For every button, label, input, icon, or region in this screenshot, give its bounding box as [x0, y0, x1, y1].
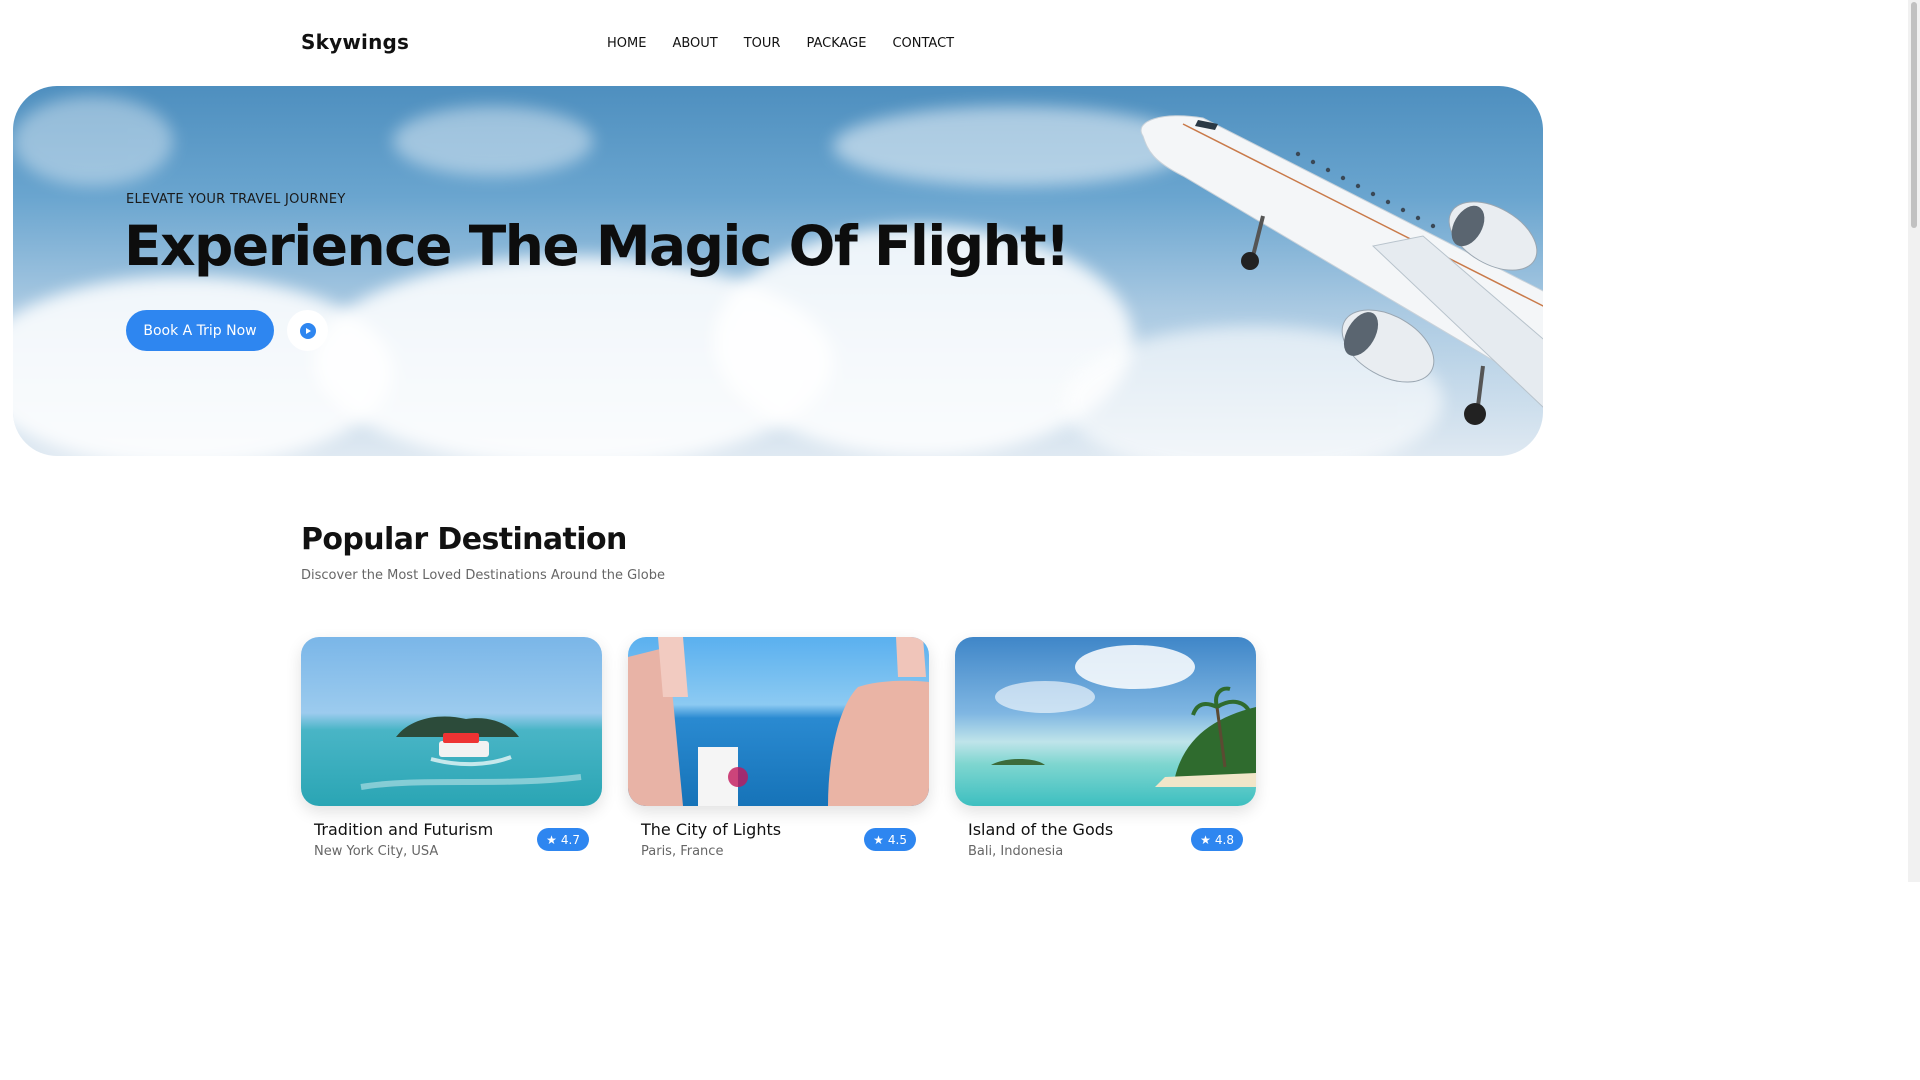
scrollbar-thumb[interactable] [1911, 2, 1917, 228]
rating-badge: ★ 4.8 [1191, 828, 1243, 851]
navbar: Skywings HOME ABOUT TOUR PACKAGE CONTACT [0, 0, 1556, 86]
section-title: Popular Destination [301, 522, 627, 557]
play-video-button[interactable] [287, 310, 328, 351]
card-title: Island of the Gods [968, 820, 1114, 839]
nav-about[interactable]: ABOUT [672, 36, 717, 51]
brand-logo[interactable]: Skywings [301, 30, 409, 54]
nav-package[interactable]: PACKAGE [806, 36, 866, 51]
destination-image[interactable] [628, 637, 929, 806]
island-boat-illustration [360, 716, 582, 790]
rating-value: 4.7 [560, 832, 580, 847]
card-location: Bali, Indonesia [968, 844, 1064, 859]
destination-card[interactable]: Island of the Gods Bali, Indonesia ★ 4.8 [955, 637, 1256, 859]
hero-title: Experience The Magic Of Flight! [124, 214, 1070, 278]
card-location: New York City, USA [314, 844, 439, 859]
nav-contact[interactable]: CONTACT [892, 36, 954, 51]
nav-links: HOME ABOUT TOUR PACKAGE CONTACT [607, 36, 954, 51]
rating-value: 4.5 [887, 832, 907, 847]
airplane-illustration [1140, 115, 1543, 425]
tropical-beach-illustration [991, 645, 1256, 787]
destination-image[interactable] [955, 637, 1256, 806]
cloud [13, 96, 173, 186]
cloud [393, 106, 593, 176]
page-scrollbar[interactable] [1908, 0, 1920, 882]
hero-banner: ELEVATE YOUR TRAVEL JOURNEY Experience T… [13, 86, 1543, 456]
book-trip-button[interactable]: Book A Trip Now [126, 310, 274, 351]
nav-home[interactable]: HOME [607, 36, 646, 51]
star-icon: ★ [546, 832, 557, 847]
section-subtitle: Discover the Most Loved Destinations Aro… [301, 568, 665, 583]
rating-value: 4.8 [1214, 832, 1234, 847]
card-location: Paris, France [641, 844, 724, 859]
nav-tour[interactable]: TOUR [744, 36, 781, 51]
rating-badge: ★ 4.7 [537, 828, 589, 851]
destination-card[interactable]: Tradition and Futurism New York City, US… [301, 637, 602, 859]
destination-image[interactable] [301, 637, 602, 806]
rating-badge: ★ 4.5 [864, 828, 916, 851]
destination-card[interactable]: The City of Lights Paris, France ★ 4.5 [628, 637, 929, 859]
card-title: The City of Lights [641, 820, 782, 839]
star-icon: ★ [1200, 832, 1211, 847]
star-icon: ★ [873, 832, 884, 847]
hero-eyebrow: ELEVATE YOUR TRAVEL JOURNEY [126, 192, 346, 207]
santorini-illustration [628, 637, 929, 806]
play-icon [299, 322, 316, 339]
card-title: Tradition and Futurism [314, 820, 494, 839]
